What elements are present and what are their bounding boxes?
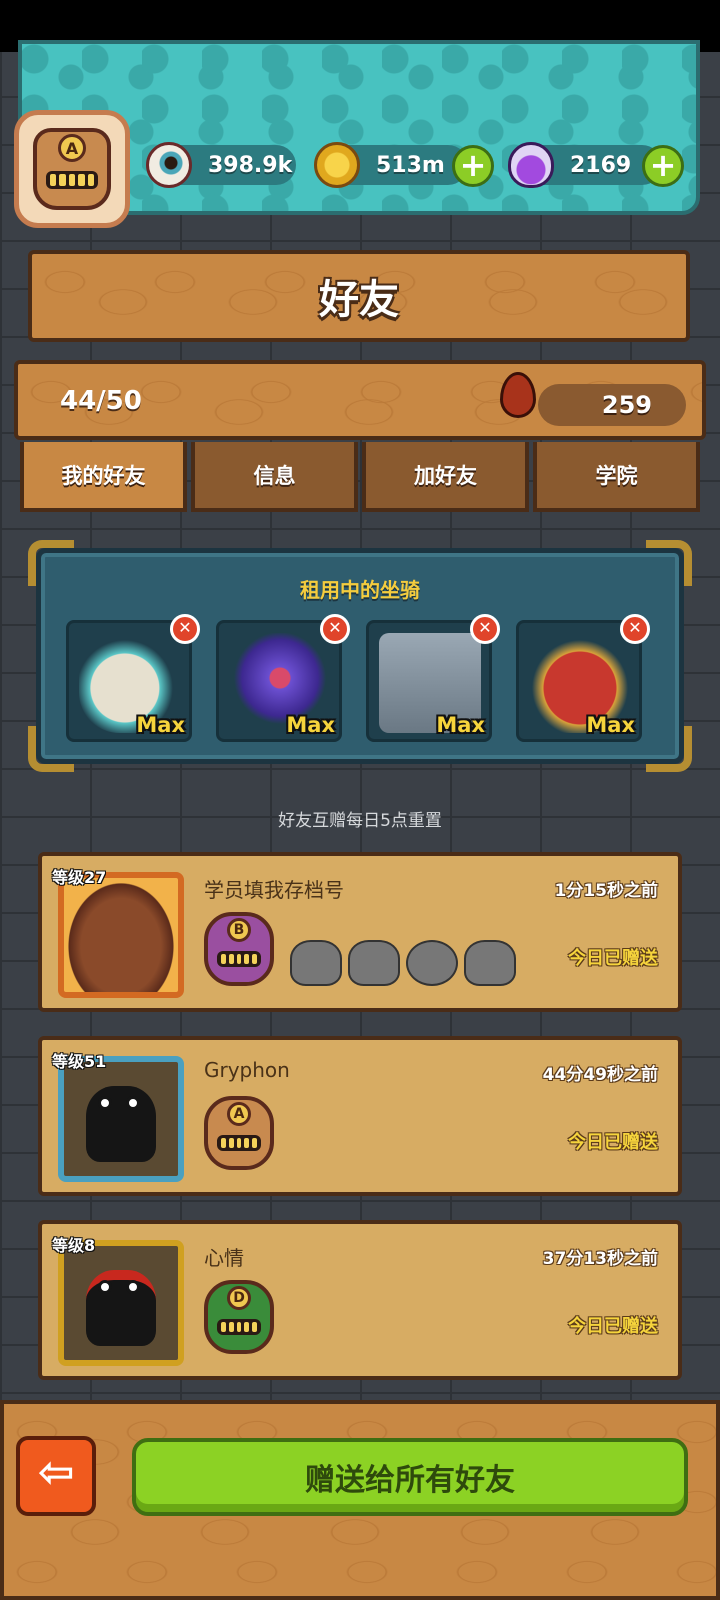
tab-add-friend[interactable]: 加好友 [362,442,529,512]
friend-name: Gryphon [204,1058,290,1082]
mount-level-label: Max [136,713,185,737]
eyeball-value: 398.9k [208,152,293,178]
friend-name: 学员填我存档号 [204,878,344,902]
add-coins-button[interactable]: + [452,145,494,187]
coin-counter: 513m [314,142,468,188]
monster-avatar-icon [86,1086,156,1162]
friend-portrait [58,1240,184,1366]
potion-value: 2169 [570,152,632,178]
friend-mount-icon [290,940,342,986]
blood-value: 259 [601,391,652,419]
mount-level-label: Max [286,713,335,737]
gift-all-button[interactable]: 赠送给所有好友 [132,1438,688,1516]
remove-mount-button[interactable]: ✕ [170,614,200,644]
potion-counter: 2169 [508,142,662,188]
back-button[interactable]: ⇦ [16,1436,96,1516]
eyeball-counter: 398.9k [146,142,296,188]
tab-my-friends[interactable]: 我的好友 [20,442,187,512]
potion-icon [508,142,554,188]
friend-count: 44/50 [60,386,142,416]
add-potions-button[interactable]: + [642,145,684,187]
rank-letter: A [58,134,86,162]
friend-level: 等级51 [52,1052,107,1071]
remove-mount-button[interactable]: ✕ [470,614,500,644]
gift-status: 今日已赠送 [568,1132,658,1153]
tab-messages[interactable]: 信息 [191,442,358,512]
remove-mount-button[interactable]: ✕ [620,614,650,644]
coin-icon [314,142,360,188]
last-seen-time: 44分49秒之前 [542,1065,658,1085]
page-title: 好友 [319,277,399,323]
eyeball-icon [146,142,192,188]
friend-portrait [58,1056,184,1182]
gift-status: 今日已赠送 [568,1316,658,1337]
friend-card[interactable]: 等级27 学员填我存档号 1分15秒之前 B 今日已赠送 [38,852,682,1012]
friend-mount-icon [348,940,400,986]
friend-rank-badge: B [204,912,274,986]
friend-portrait [58,872,184,998]
friend-name: 心情 [204,1246,244,1270]
friend-mount-icon [464,940,516,986]
friend-rank-letter: B [227,918,251,942]
last-seen-time: 37分13秒之前 [542,1249,658,1269]
friend-level: 等级27 [52,868,107,887]
last-seen-time: 1分15秒之前 [554,881,659,901]
friend-card[interactable]: 等级51 Gryphon 44分49秒之前 A 今日已赠送 [38,1036,682,1196]
friend-count-board: 44/50 259 [14,360,706,440]
friend-level: 等级8 [52,1236,96,1255]
friend-rank-letter: A [227,1102,251,1126]
mount-level-label: Max [586,713,635,737]
daily-reset-note: 好友互赠每日5点重置 [278,811,442,831]
friend-rank-letter: D [227,1286,251,1310]
blood-drop-icon [500,372,536,418]
remove-mount-button[interactable]: ✕ [320,614,350,644]
friend-rank-badge: A [204,1096,274,1170]
player-avatar[interactable]: A [14,110,130,228]
tab-academy[interactable]: 学院 [533,442,700,512]
friend-rank-badge: D [204,1280,274,1354]
friend-mount-icon [406,940,458,986]
friend-card[interactable]: 等级8 心情 37分13秒之前 D 今日已赠送 [38,1220,682,1380]
rented-mounts-title: 租用中的坐骑 [300,578,420,602]
coin-value: 513m [376,152,445,178]
gift-status: 今日已赠送 [568,948,658,969]
title-board: 好友 [28,250,690,342]
friend-tabs: 我的好友 信息 加好友 学院 [20,442,700,512]
mount-level-label: Max [436,713,485,737]
blood-counter: 259 [538,384,686,426]
monster-avatar-icon [86,1270,156,1346]
panel-corner [646,726,692,772]
rank-badge-icon: A [33,128,111,210]
